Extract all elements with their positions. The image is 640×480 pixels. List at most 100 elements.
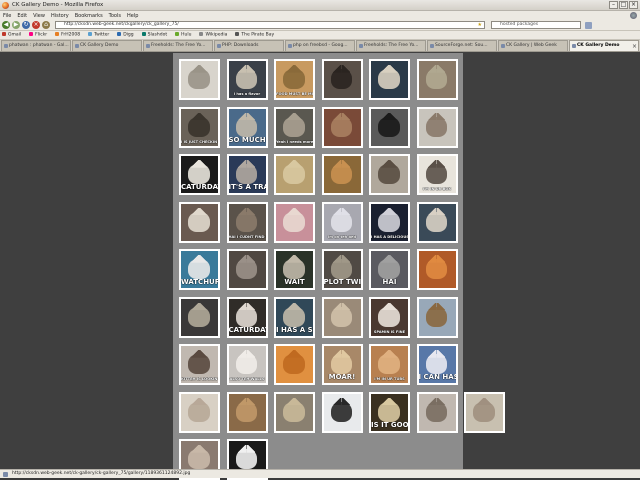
gallery-thumbnail[interactable] [226,249,268,290]
menu-tools[interactable]: Tools [109,13,121,19]
menu-file[interactable]: File [3,13,11,19]
bookmark-item[interactable]: Slashdot [141,32,167,38]
gallery-thumbnail[interactable]: I HAS A SAD [274,296,315,338]
gallery-thumbnail[interactable] [416,106,458,148]
search-placeholder: hosted packages [500,22,539,27]
gallery-thumbnail[interactable] [321,106,363,148]
bookmark-star-icon[interactable]: ★ [478,22,482,28]
gallery-thumbnail[interactable]: PLOT TWIST [321,249,363,290]
gallery-thumbnail[interactable] [321,59,363,100]
stop-button[interactable]: × [32,21,40,29]
gallery-thumbnail[interactable] [179,201,220,243]
back-button[interactable]: ◀ [2,21,10,29]
gallery-thumbnail[interactable] [274,154,315,195]
navigation-toolbar: ◀ ▶ ↻ × ⌂ http://cksdn.web-geek.net/ckga… [0,20,640,31]
tab[interactable]: CK Gallery Demo [569,40,639,51]
bookmark-item[interactable]: Gmail [2,32,21,38]
gallery-thumbnail[interactable]: WAIT [274,249,315,290]
cat-photo [276,346,313,383]
gallery-thumbnail[interactable] [321,391,363,433]
gallery-thumbnail[interactable] [416,296,458,338]
gallery-thumbnail[interactable] [274,344,315,385]
gallery-thumbnail[interactable]: Yeah I needs more monies [274,106,315,148]
tab[interactable]: Freeholds: The Free Yo... [356,40,426,51]
cat-photo [276,156,313,193]
gallery-thumbnail[interactable] [369,106,410,148]
tab[interactable]: Freeholds: The Free Yo... [143,40,213,51]
minimize-button[interactable]: – [609,1,618,9]
gallery-thumbnail[interactable] [416,391,458,433]
gallery-thumbnail[interactable]: WATCHUR DOIN [179,249,220,290]
menu-view[interactable]: View [33,13,45,19]
gallery-thumbnail[interactable]: IT'S A TRAP [226,154,268,195]
cat-photo: im on teh bed [323,203,361,241]
gallery-thumbnail[interactable]: HAI [369,249,410,290]
menu-bookmarks[interactable]: Bookmarks [75,13,103,19]
gallery-thumbnail[interactable] [274,201,315,243]
gallery-thumbnail[interactable]: FOOD MUST BE MINE [274,59,315,100]
tab[interactable]: phatwan : phatwan - Gal... [1,40,71,51]
gallery-thumbnail[interactable]: i has a flavor [226,59,268,100]
bookmark-item[interactable]: The Pirate Bay [235,32,274,38]
gallery-thumbnail[interactable]: MOAR! [321,344,363,385]
cat-photo: ALSO TEH WALLS [228,346,266,383]
gallery-thumbnail[interactable]: IS IT GOOD [369,391,410,433]
gallery-thumbnail[interactable] [369,59,410,100]
gallery-thumbnail[interactable] [321,154,363,195]
gallery-thumbnail[interactable]: I IS JUST CHECKIN IN ON U [179,106,220,148]
address-url: http://cksdn.web-geek.net/ckgallery/ck_g… [64,22,179,27]
bookmark-item[interactable]: Twitter [88,32,109,38]
gallery-thumbnail[interactable]: CATURDAY [226,296,268,338]
cat-photo [181,298,218,336]
gallery-thumbnail[interactable] [274,391,315,433]
bookmark-item[interactable]: Flickr [29,32,47,38]
gallery-thumbnail[interactable]: SO MUCH [226,106,268,148]
gallery-thumbnail[interactable]: HAI I CUDNT FIND UR BATHROOM [226,201,268,243]
status-bar: http://cksdn.web-geek.net/ck-gallery/ck-… [0,469,640,478]
tab[interactable]: SourceForge.net: Sou... [427,40,497,51]
menu-edit[interactable]: Edit [17,13,27,19]
bookmark-item[interactable]: Wikipedia [199,32,227,38]
gallery-thumbnail[interactable]: KITTEH IS LOOKIN UR SAMWICH [179,344,220,385]
search-go-icon[interactable] [585,21,592,29]
gallery-thumbnail[interactable] [226,391,268,433]
gallery-thumbnail[interactable]: I'M IN UR TUBS [369,344,410,385]
gallery-thumbnail[interactable] [464,391,505,433]
maximize-button[interactable]: □ [619,1,628,9]
home-button[interactable]: ⌂ [42,21,50,29]
gallery-thumbnail[interactable] [416,201,458,243]
reload-button[interactable]: ↻ [22,21,30,29]
close-tab-icon[interactable]: × [632,43,637,50]
forward-button[interactable]: ▶ [12,21,20,29]
gallery-thumbnail[interactable]: I CAN HAS [416,344,458,385]
gallery-thumbnail[interactable] [179,296,220,338]
tab[interactable]: PHP: Downloads [214,40,284,51]
bookmark-item[interactable]: Hulu [175,32,191,38]
gallery-thumbnail[interactable]: I'M IN UR BOX [416,154,458,195]
bookmark-item[interactable]: FrH2008 [55,32,80,38]
gallery-thumbnail[interactable]: CATURDAY [179,154,220,195]
tab[interactable]: CK Gallery | Web Geek [498,40,568,51]
gallery-thumbnail[interactable] [416,59,458,100]
tab[interactable]: CK Gallery Demo [72,40,142,51]
bookmark-item[interactable]: Digg [117,32,134,38]
tab[interactable]: php on freebsd - Goog... [285,40,355,51]
gallery-thumbnail[interactable] [321,296,363,338]
gallery-thumbnail[interactable] [179,59,220,100]
gallery-thumbnail[interactable]: ALSO TEH WALLS [226,344,268,385]
gallery-thumbnail[interactable] [179,391,220,433]
gallery-thumbnail[interactable] [369,154,410,195]
bookmark-favicon-icon [199,32,204,37]
menu-history[interactable]: History [51,13,69,19]
gallery-thumbnail[interactable] [416,249,458,290]
gallery-thumbnail[interactable]: SPAMIN IS FINE [369,296,410,338]
thumbnail-caption: PLOT TWIST [323,279,361,286]
gallery-thumbnail[interactable]: I HAS A DELICIOUS TEE [369,201,410,243]
search-input[interactable]: hosted packages [491,21,581,29]
close-button[interactable]: × [629,1,638,9]
gallery-thumbnail[interactable]: im on teh bed [321,201,363,243]
menu-help[interactable]: Help [127,13,138,19]
address-bar[interactable]: http://cksdn.web-geek.net/ckgallery/ck_g… [55,21,485,29]
thumbnail-caption: I HAS A DELICIOUS TEE [371,234,408,239]
thumbnail-caption: ALSO TEH WALLS [229,377,265,381]
